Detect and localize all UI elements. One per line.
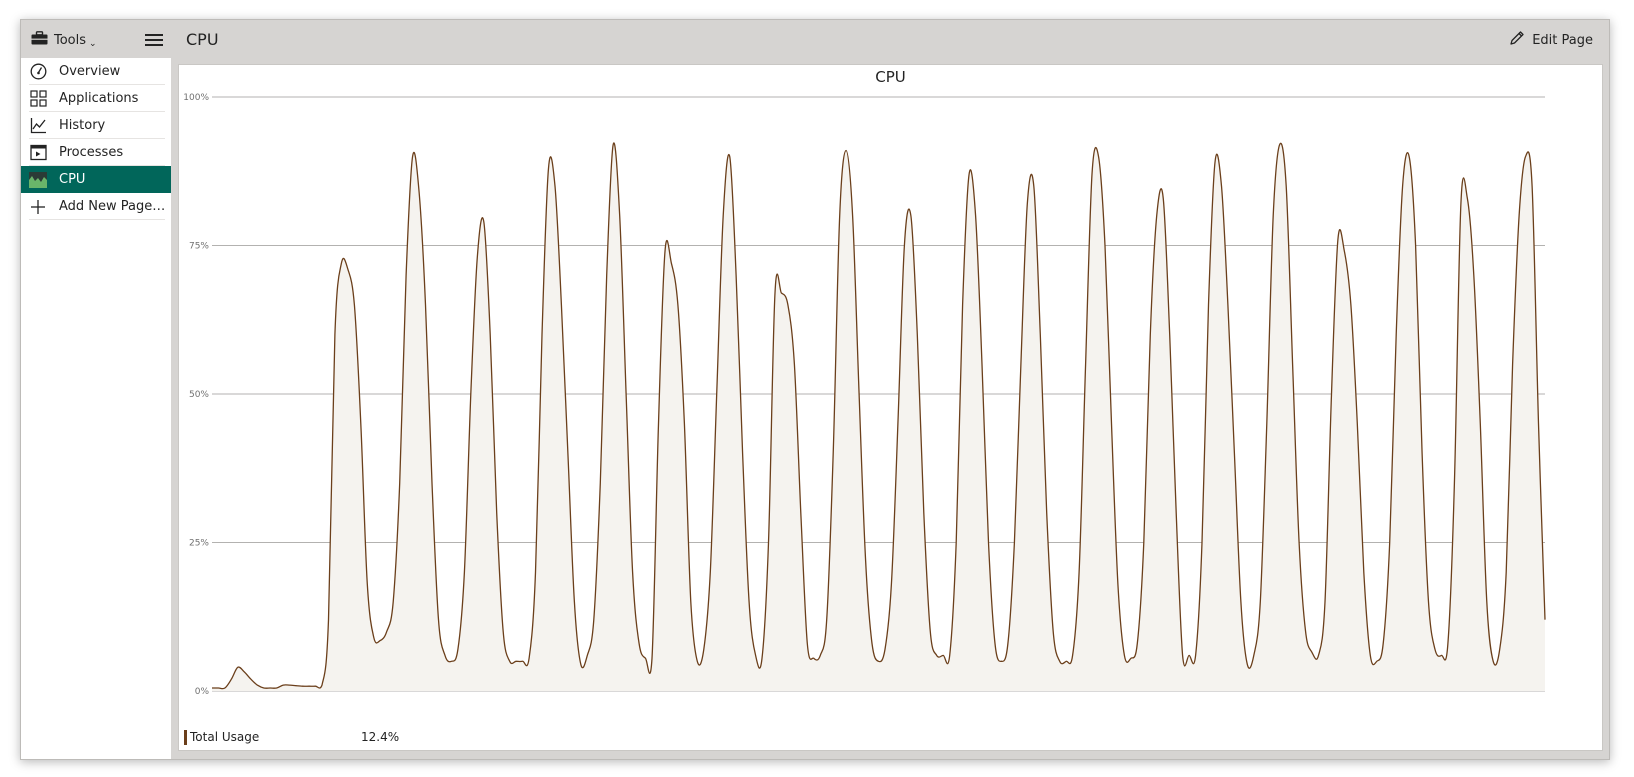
hamburger-menu-icon[interactable] xyxy=(145,31,163,47)
line-chart-icon xyxy=(29,117,47,135)
chevron-down-icon: ⌄ xyxy=(89,39,97,49)
sidebar-item-cpu[interactable]: CPU xyxy=(21,166,171,193)
sidebar-item-label: Applications xyxy=(59,91,139,106)
sidebar-item-label: History xyxy=(59,118,106,133)
y-tick-label: 50% xyxy=(189,390,209,400)
chart-title: CPU xyxy=(875,68,906,86)
y-tick-label: 100% xyxy=(183,93,209,103)
sidebar-item-overview[interactable]: Overview xyxy=(21,58,171,85)
app-window: Tools ⌄ CPU Edit Page Overview Applicati… xyxy=(20,19,1610,760)
main-content: 0% 25% 50% 75% 100% CPU Total Usage 12.4% xyxy=(171,58,1609,759)
sidebar-item-label: CPU xyxy=(59,172,86,187)
plus-icon xyxy=(29,198,47,216)
chart-panel: 0% 25% 50% 75% 100% CPU Total Usage 12.4% xyxy=(178,64,1603,751)
sidebar-item-applications[interactable]: Applications xyxy=(21,85,171,112)
sidebar-item-label: Add New Page… xyxy=(59,199,166,214)
sidebar-item-label: Processes xyxy=(59,145,124,160)
y-tick-label: 0% xyxy=(195,687,210,697)
terminal-icon xyxy=(29,144,47,162)
page-title: CPU xyxy=(186,30,219,49)
header-bar: Tools ⌄ CPU Edit Page xyxy=(21,20,1609,58)
sidebar-item-label: Overview xyxy=(59,64,121,79)
toolbox-icon xyxy=(31,31,48,49)
legend-value: 12.4% xyxy=(361,730,400,744)
y-tick-label: 25% xyxy=(189,539,209,549)
sidebar-item-add-new-page[interactable]: Add New Page… xyxy=(21,193,171,220)
tools-label: Tools xyxy=(54,32,87,48)
legend-label: Total Usage xyxy=(190,730,260,744)
grid-icon xyxy=(29,90,47,108)
sidebar-header: Tools ⌄ xyxy=(21,20,171,58)
chart-legend[interactable]: Total Usage 12.4% xyxy=(184,729,399,745)
legend-swatch xyxy=(184,729,187,745)
sidebar-item-processes[interactable]: Processes xyxy=(21,139,171,166)
edit-page-label: Edit Page xyxy=(1532,32,1593,48)
speedometer-icon xyxy=(29,63,47,81)
sidebar-item-history[interactable]: History xyxy=(21,112,171,139)
sidebar: Overview Applications History Processes … xyxy=(21,58,172,759)
y-tick-label: 75% xyxy=(189,242,209,252)
series-area-total-usage xyxy=(212,142,1545,691)
pencil-icon xyxy=(1509,30,1525,50)
tools-menu-button[interactable]: Tools ⌄ xyxy=(31,29,97,51)
cpu-chart: 0% 25% 50% 75% 100% xyxy=(183,93,1546,697)
edit-page-button[interactable]: Edit Page xyxy=(1509,30,1593,50)
cpu-chart-icon xyxy=(29,171,47,189)
